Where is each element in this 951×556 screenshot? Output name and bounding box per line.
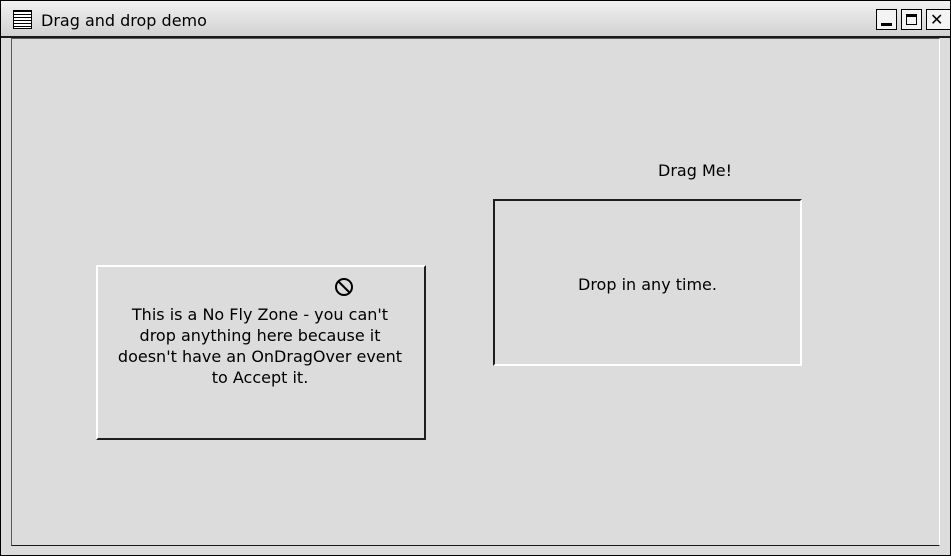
no-fly-zone-line: doesn't have an OnDragOver event bbox=[117, 347, 403, 366]
title-bar[interactable]: Drag and drop demo ✕ bbox=[1, 1, 950, 38]
drop-zone-panel[interactable]: Drop in any time. bbox=[493, 199, 802, 366]
minimize-button[interactable] bbox=[876, 9, 897, 30]
minimize-icon bbox=[881, 23, 892, 26]
app-window: Drag and drop demo ✕ Drag Me! Drop in an… bbox=[0, 0, 951, 556]
drag-me-label[interactable]: Drag Me! bbox=[658, 161, 732, 180]
close-button[interactable]: ✕ bbox=[926, 9, 950, 30]
no-fly-zone-line: to Accept it. bbox=[211, 368, 309, 387]
no-fly-zone-line: drop anything here because it bbox=[139, 326, 381, 345]
close-icon: ✕ bbox=[930, 10, 944, 29]
drop-zone-text: Drop in any time. bbox=[578, 275, 717, 294]
system-menu-icon[interactable] bbox=[13, 10, 32, 29]
no-fly-zone-line: This is a No Fly Zone - you can't bbox=[131, 305, 389, 324]
no-fly-zone-panel: This is a No Fly Zone - you can't drop a… bbox=[96, 265, 426, 440]
maximize-button[interactable] bbox=[901, 9, 922, 30]
no-drop-icon bbox=[335, 278, 353, 296]
window-title: Drag and drop demo bbox=[41, 11, 207, 30]
maximize-icon bbox=[906, 14, 917, 25]
no-fly-zone-text: This is a No Fly Zone - you can't drop a… bbox=[94, 304, 426, 388]
